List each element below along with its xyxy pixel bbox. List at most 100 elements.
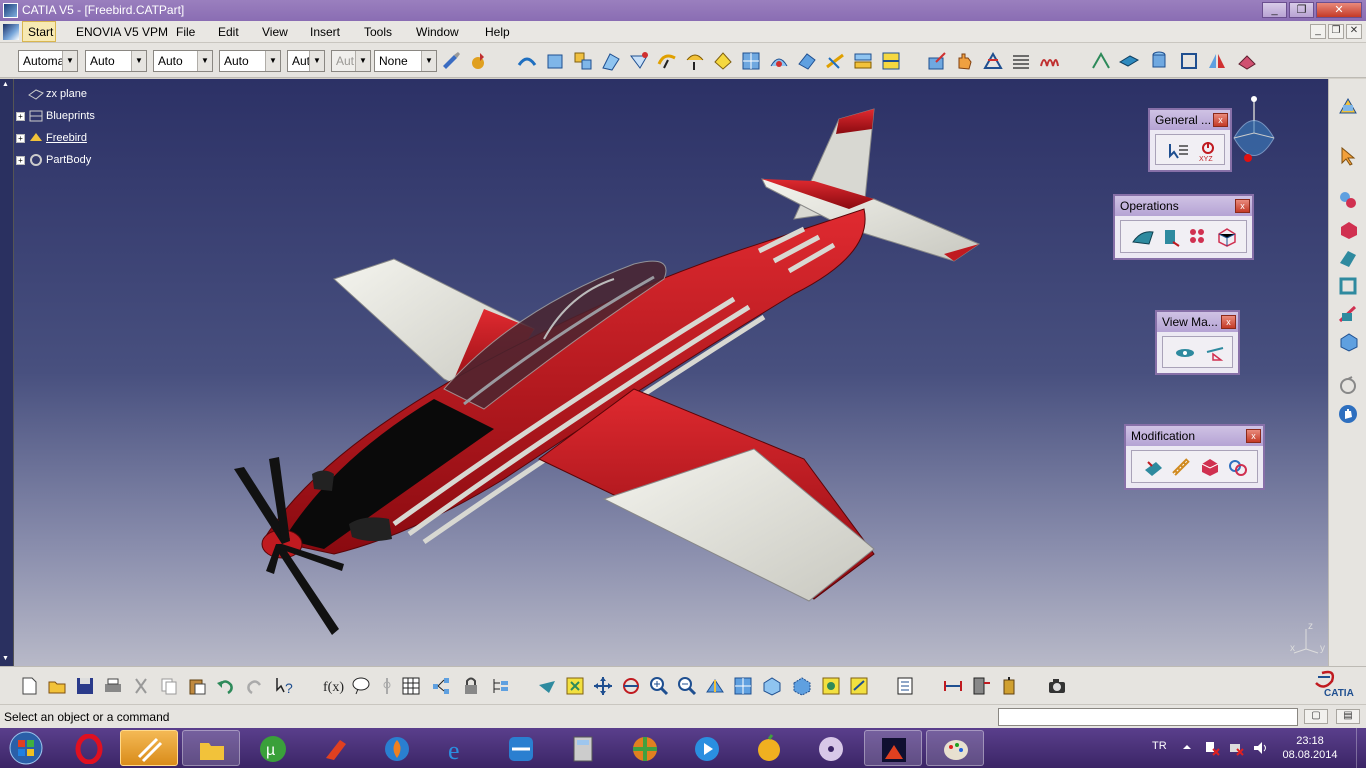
shell-icon[interactable] [1337, 275, 1359, 297]
solid-cube-icon[interactable] [1337, 331, 1359, 353]
paint-icon[interactable] [468, 50, 490, 72]
workbench-icon[interactable] [1337, 95, 1359, 117]
start-orb-icon[interactable] [6, 730, 46, 766]
expand-toggle[interactable]: + [16, 134, 25, 143]
render-style-icon[interactable] [790, 675, 812, 697]
deform-icon[interactable] [1142, 456, 1166, 478]
zoom-in-icon[interactable] [648, 675, 670, 697]
wireframe-box-icon[interactable] [1215, 226, 1239, 248]
zoom-out-icon[interactable] [676, 675, 698, 697]
sketch-icon[interactable] [926, 50, 948, 72]
sweep-icon[interactable] [656, 50, 678, 72]
color-combo[interactable]: Automa ▼ [18, 50, 78, 72]
eye-view-icon[interactable] [1173, 342, 1197, 364]
dropdown-arrow-icon[interactable]: ▼ [131, 51, 146, 71]
camera-icon[interactable] [1046, 675, 1068, 697]
catalog-icon[interactable] [894, 675, 916, 697]
dropdown-arrow-icon[interactable]: ▼ [265, 51, 280, 71]
point-type-combo[interactable]: Aut ▼ [287, 50, 325, 72]
taskbar-utorrent[interactable]: µ [244, 730, 302, 766]
palette-close-button[interactable]: x [1246, 429, 1261, 443]
taskbar-paint[interactable] [926, 730, 984, 766]
cube-icon[interactable] [1337, 219, 1359, 241]
lines-icon[interactable] [1010, 50, 1032, 72]
spheres-icon[interactable] [1337, 189, 1359, 211]
expand-toggle[interactable]: + [16, 156, 25, 165]
rotate-icon[interactable] [1337, 375, 1359, 397]
palette-title[interactable]: Modification [1126, 426, 1263, 446]
compass-icon[interactable] [1224, 93, 1284, 177]
measure-icon[interactable] [942, 675, 964, 697]
cylinder-body-icon[interactable] [1148, 50, 1170, 72]
doc-close-button[interactable]: ✕ [1346, 24, 1362, 39]
format-painter-icon[interactable] [440, 50, 462, 72]
reference-icon[interactable] [982, 50, 1004, 72]
blend-icon[interactable] [740, 50, 762, 72]
cylinder-icon[interactable] [600, 50, 622, 72]
lock-icon[interactable] [460, 675, 482, 697]
palette-close-button[interactable]: x [1235, 199, 1250, 213]
knowledge-icon[interactable] [350, 675, 372, 697]
taskbar-ccleaner[interactable] [306, 730, 364, 766]
doc-restore-button[interactable]: ❐ [1328, 24, 1344, 39]
print-icon[interactable] [102, 675, 124, 697]
taskbar-catia[interactable] [120, 730, 178, 766]
formula-icon[interactable]: f(x) [322, 675, 344, 697]
multi-view-icon[interactable] [732, 675, 754, 697]
line-type-combo[interactable]: Auto ▼ [219, 50, 281, 72]
network-icon[interactable] [1228, 740, 1244, 756]
trim-icon[interactable] [852, 50, 874, 72]
copy-icon[interactable] [158, 675, 180, 697]
iso-view-icon[interactable] [760, 675, 782, 697]
line-thickness-combo[interactable]: Auto ▼ [153, 50, 213, 72]
view-manipulation-palette[interactable]: View Ma... x [1155, 310, 1240, 375]
menu-edit[interactable]: Edit [218, 25, 239, 39]
stretch-icon[interactable] [1170, 456, 1194, 478]
show-desktop-button[interactable] [1356, 728, 1366, 768]
tree-scroll-strip[interactable]: ▲ ▼ [0, 79, 14, 666]
menu-help[interactable]: Help [485, 25, 510, 39]
extrude-surface-icon[interactable] [516, 50, 538, 72]
dropdown-arrow-icon[interactable]: ▼ [197, 51, 212, 71]
plane-icon[interactable] [1118, 50, 1140, 72]
menu-file[interactable]: File [176, 25, 195, 39]
surface-icon[interactable] [1337, 247, 1359, 269]
doc-minimize-button[interactable]: _ [1310, 24, 1326, 39]
split-icon[interactable] [824, 50, 846, 72]
revolve-icon[interactable] [544, 50, 566, 72]
minimize-button[interactable]: _ [1262, 2, 1287, 18]
language-indicator[interactable]: TR [1152, 740, 1167, 752]
dropdown-arrow-icon[interactable]: ▼ [309, 51, 324, 71]
hierarchy-icon[interactable] [430, 675, 452, 697]
offset-icon[interactable] [628, 50, 650, 72]
fly-icon[interactable] [536, 675, 558, 697]
link-icon[interactable] [1226, 456, 1250, 478]
inertia-icon[interactable] [998, 675, 1020, 697]
cut-icon[interactable] [1337, 303, 1359, 325]
sphere-icon[interactable] [572, 50, 594, 72]
palette-title[interactable]: Operations [1115, 196, 1252, 216]
3d-viewport[interactable]: zx plane + Blueprints + Freebird + PartB… [14, 79, 1328, 666]
scroll-up-icon[interactable]: ▲ [2, 81, 10, 89]
mirror-icon[interactable] [1206, 50, 1228, 72]
restore-button[interactable]: ❐ [1289, 2, 1314, 18]
taskbar-fl[interactable] [740, 730, 798, 766]
taskbar-opera[interactable] [60, 730, 118, 766]
transparency-combo[interactable]: Auto ▼ [85, 50, 147, 72]
fill-icon[interactable] [684, 50, 706, 72]
analysis-icon[interactable] [1236, 50, 1258, 72]
menu-tools[interactable]: Tools [364, 25, 392, 39]
catia-app-icon[interactable] [3, 3, 18, 18]
menu-enovia[interactable]: ENOVIA V5 VPM [76, 25, 168, 39]
taskbar-calculator[interactable] [554, 730, 612, 766]
whats-this-icon[interactable]: ? [274, 675, 296, 697]
healing-icon[interactable] [796, 50, 818, 72]
solid-box-icon[interactable] [1198, 456, 1222, 478]
new-file-icon[interactable] [18, 675, 40, 697]
select-list-icon[interactable] [1166, 140, 1190, 162]
taskbar-dvd[interactable] [802, 730, 860, 766]
dropdown-arrow-icon[interactable]: ▼ [62, 51, 77, 71]
swap-space-icon[interactable] [848, 675, 870, 697]
dropdown-arrow-icon[interactable]: ▼ [421, 51, 436, 71]
table-grid-icon[interactable] [400, 675, 422, 697]
